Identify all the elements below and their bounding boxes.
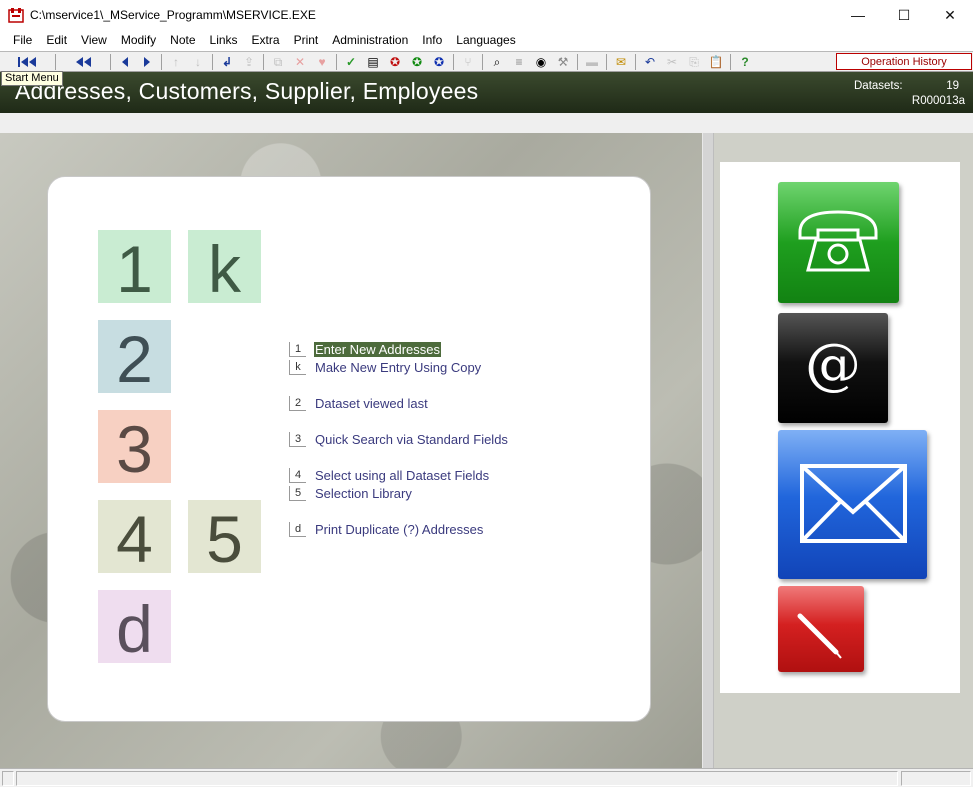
bar-icon[interactable]: ▬ bbox=[581, 53, 603, 71]
record-code: R000013a bbox=[911, 95, 965, 107]
operation-history-button[interactable]: Operation History bbox=[836, 53, 972, 70]
page-title: Addresses, Customers, Supplier, Employee… bbox=[15, 78, 479, 104]
menu-view[interactable]: View bbox=[74, 30, 114, 50]
phone-icon[interactable] bbox=[778, 182, 899, 303]
tile-4[interactable]: 4 bbox=[98, 500, 171, 573]
export-icon[interactable]: ⇪ bbox=[238, 53, 260, 71]
close-button[interactable]: ✕ bbox=[927, 0, 973, 30]
app-icon[interactable] bbox=[8, 7, 24, 23]
svg-text:@: @ bbox=[805, 332, 861, 397]
menu-links[interactable]: Links bbox=[203, 30, 245, 50]
option-quick-search[interactable]: 3 Quick Search via Standard Fields bbox=[289, 431, 509, 447]
copy-record-icon[interactable]: ⧉ bbox=[267, 53, 289, 71]
quick-actions-panel: @ bbox=[720, 162, 960, 693]
status-cell bbox=[2, 771, 14, 786]
datasets-label: Datasets: bbox=[854, 80, 903, 92]
datasets-count: 19 bbox=[946, 80, 959, 92]
enter-return-icon[interactable]: ↲ bbox=[216, 53, 238, 71]
tools-icon[interactable]: ⚒ bbox=[552, 53, 574, 71]
search-blue-icon[interactable]: ✪ bbox=[428, 53, 450, 71]
previous-icon[interactable] bbox=[114, 53, 136, 71]
toolbar: ↑ ↓ ↲ ⇪ ⧉ ✕ ♥ ✓ ▤ ✪ ✪ ✪ ⑂ ⌕ ≡ ◉ ⚒ ▬ ✉ ↶ … bbox=[0, 51, 973, 72]
option-enter-new[interactable]: 1 Enter New Addresses bbox=[289, 341, 442, 357]
menu-info[interactable]: Info bbox=[415, 30, 449, 50]
envelope-icon[interactable]: ✉ bbox=[610, 53, 632, 71]
title-bar: C:\mservice1\_MService_Programm\MSERVICE… bbox=[0, 0, 973, 30]
next-icon[interactable] bbox=[136, 53, 158, 71]
option-key: 5 bbox=[289, 485, 306, 501]
option-label: Print Duplicate (?) Addresses bbox=[315, 521, 484, 537]
search-red-icon[interactable]: ✪ bbox=[384, 53, 406, 71]
menu-edit[interactable]: Edit bbox=[39, 30, 74, 50]
undo-icon[interactable]: ↶ bbox=[639, 53, 661, 71]
option-select-all-fields[interactable]: 4 Select using all Dataset Fields bbox=[289, 467, 490, 483]
header-strip bbox=[0, 113, 973, 133]
mail-envelope-icon[interactable] bbox=[778, 430, 927, 579]
eye-icon[interactable]: ◉ bbox=[530, 53, 552, 71]
option-last-viewed[interactable]: 2 Dataset viewed last bbox=[289, 395, 429, 411]
option-print-duplicates[interactable]: d Print Duplicate (?) Addresses bbox=[289, 521, 484, 537]
option-label: Dataset viewed last bbox=[315, 395, 428, 411]
start-menu-card: 1 k 2 3 4 5 d bbox=[47, 176, 651, 722]
copy-icon[interactable]: ⎘ bbox=[683, 53, 705, 71]
option-key: 1 bbox=[289, 341, 306, 357]
menu-print[interactable]: Print bbox=[287, 30, 326, 50]
form-icon[interactable]: ▤ bbox=[362, 53, 384, 71]
menu-languages[interactable]: Languages bbox=[449, 30, 522, 50]
check-icon[interactable]: ✓ bbox=[340, 53, 362, 71]
status-cell-main bbox=[16, 771, 898, 786]
help-icon[interactable]: ? bbox=[734, 53, 756, 71]
option-label: Selection Library bbox=[315, 485, 412, 501]
list-icon[interactable]: ≡ bbox=[508, 53, 530, 71]
header-banner: Addresses, Customers, Supplier, Employee… bbox=[0, 72, 973, 113]
menu-note[interactable]: Note bbox=[163, 30, 202, 50]
menu-modify[interactable]: Modify bbox=[114, 30, 163, 50]
rewind-icon[interactable] bbox=[59, 53, 107, 71]
tile-2[interactable]: 2 bbox=[98, 320, 171, 393]
window-title: C:\mservice1\_MService_Programm\MSERVICE… bbox=[30, 8, 316, 22]
arrow-up-icon[interactable]: ↑ bbox=[165, 53, 187, 71]
cut-icon[interactable]: ✂ bbox=[661, 53, 683, 71]
option-key: 4 bbox=[289, 467, 306, 483]
pen-note-icon[interactable] bbox=[778, 586, 864, 672]
heart-icon[interactable]: ♥ bbox=[311, 53, 333, 71]
start-menu-tooltip: Start Menu bbox=[1, 71, 63, 86]
tile-k[interactable]: k bbox=[188, 230, 261, 303]
menu-administration[interactable]: Administration bbox=[325, 30, 415, 50]
menu-file[interactable]: File bbox=[6, 30, 39, 50]
first-record-icon[interactable] bbox=[4, 53, 52, 71]
option-label: Make New Entry Using Copy bbox=[315, 359, 482, 375]
tile-3[interactable]: 3 bbox=[98, 410, 171, 483]
tile-d[interactable]: d bbox=[98, 590, 171, 663]
option-selection-library[interactable]: 5 Selection Library bbox=[289, 485, 413, 501]
option-label: Select using all Dataset Fields bbox=[315, 467, 490, 483]
splitter[interactable] bbox=[702, 133, 714, 768]
maximize-button[interactable]: ☐ bbox=[881, 0, 927, 30]
tile-5[interactable]: 5 bbox=[188, 500, 261, 573]
binoculars-icon[interactable]: ⌕ bbox=[486, 53, 508, 71]
option-key: d bbox=[289, 521, 306, 537]
search-green-icon[interactable]: ✪ bbox=[406, 53, 428, 71]
option-label: Enter New Addresses bbox=[314, 341, 442, 357]
option-copy-entry[interactable]: k Make New Entry Using Copy bbox=[289, 359, 482, 375]
arrow-down-icon[interactable]: ↓ bbox=[187, 53, 209, 71]
minimize-button[interactable]: — bbox=[835, 0, 881, 30]
option-key: 2 bbox=[289, 395, 306, 411]
tile-1[interactable]: 1 bbox=[98, 230, 171, 303]
paste-icon[interactable]: 📋 bbox=[705, 53, 727, 71]
branch-icon[interactable]: ⑂ bbox=[457, 53, 479, 71]
menu-extra[interactable]: Extra bbox=[245, 30, 287, 50]
delete-icon[interactable]: ✕ bbox=[289, 53, 311, 71]
option-key: k bbox=[289, 359, 306, 375]
email-at-icon[interactable]: @ bbox=[778, 313, 888, 423]
option-key: 3 bbox=[289, 431, 306, 447]
status-cell bbox=[901, 771, 971, 786]
menu-bar: File Edit View Modify Note Links Extra P… bbox=[0, 30, 973, 50]
status-bar bbox=[0, 768, 973, 787]
option-label: Quick Search via Standard Fields bbox=[315, 431, 508, 447]
